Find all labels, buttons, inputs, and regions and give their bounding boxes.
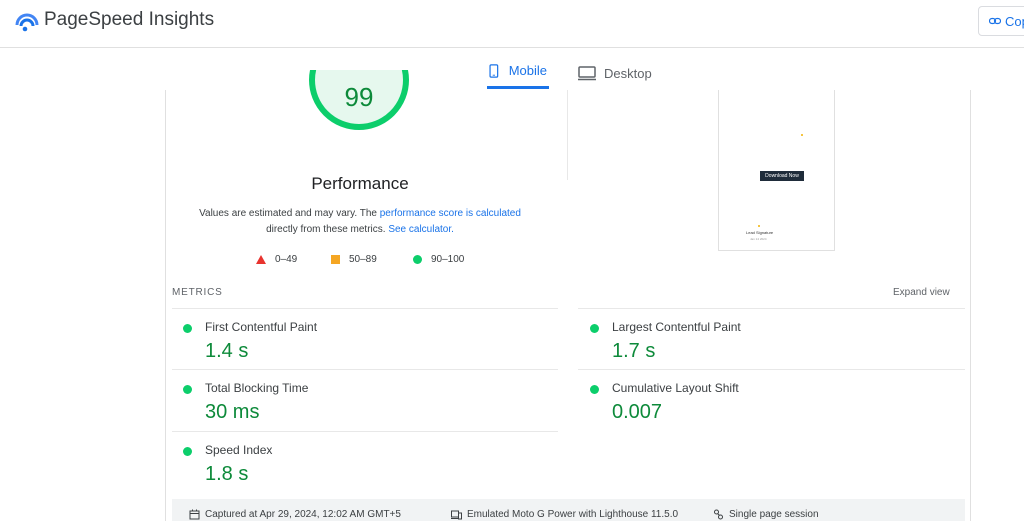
screenshot-subtext: Jan 14 2024	[750, 237, 767, 241]
see-calculator-link[interactable]: See calculator.	[388, 224, 454, 235]
section-divider	[567, 90, 568, 180]
good-status-icon	[590, 324, 599, 333]
tab-mobile[interactable]: Mobile	[487, 57, 549, 89]
screenshot-download-button: Download Now	[760, 171, 804, 181]
estimate-note: Values are estimated and may vary. The p…	[175, 206, 545, 238]
triangle-icon	[256, 255, 266, 264]
divider	[172, 431, 558, 432]
screenshot-dot	[758, 225, 760, 227]
captured-info: Captured at Apr 29, 2024, 12:02 AM GMT+5	[189, 509, 401, 520]
session-icon	[714, 509, 723, 520]
divider	[578, 308, 965, 309]
metric-speed-index: Speed Index 1.8 s	[183, 443, 543, 487]
metric-name: Total Blocking Time	[205, 381, 309, 395]
session-info: Single page session	[713, 509, 819, 520]
top-bar: PageSpeed Insights Cop	[0, 0, 1024, 48]
smartphone-icon	[489, 63, 499, 78]
legend-good: 90–100	[413, 254, 464, 265]
divider	[172, 369, 558, 370]
session-text: Single page session	[729, 509, 819, 520]
performance-title: Performance	[311, 174, 409, 193]
legend-average-label: 50–89	[349, 254, 377, 265]
metric-name: Largest Contentful Paint	[612, 320, 741, 334]
copy-link-button[interactable]: Cop	[978, 6, 1024, 36]
performance-score-link[interactable]: performance score is calculated	[380, 208, 521, 219]
metric-value: 30 ms	[205, 401, 260, 423]
legend-poor: 0–49	[256, 254, 297, 265]
divider	[578, 369, 965, 370]
captured-text: Captured at Apr 29, 2024, 12:02 AM GMT+5	[205, 509, 401, 520]
legend-poor-label: 0–49	[275, 254, 298, 265]
good-status-icon	[183, 447, 192, 456]
metrics-heading: METRICS	[172, 287, 223, 298]
note-prefix: Values are estimated and may vary. The	[199, 208, 380, 219]
divider	[172, 308, 558, 309]
metric-largest-contentful-paint: Largest Contentful Paint 1.7 s	[590, 320, 950, 364]
metric-name: Cumulative Layout Shift	[612, 381, 739, 395]
performance-score: 99	[344, 82, 374, 112]
calendar-icon	[189, 509, 200, 520]
circle-icon	[413, 255, 422, 264]
metric-value: 0.007	[612, 401, 663, 423]
legend-average: 50–89	[331, 254, 377, 265]
copy-link-label: Cop	[1005, 13, 1024, 29]
pagespeed-logo-icon	[15, 13, 39, 32]
metric-cumulative-layout-shift: Cumulative Layout Shift 0.007	[590, 381, 950, 425]
metric-value: 1.8 s	[205, 463, 249, 485]
link-icon	[989, 17, 1001, 25]
tab-mobile-label: Mobile	[508, 63, 547, 78]
tab-desktop[interactable]: Desktop	[578, 57, 652, 89]
metric-name: Speed Index	[205, 443, 273, 457]
run-info-bar: Captured at Apr 29, 2024, 12:02 AM GMT+5…	[172, 499, 965, 521]
good-status-icon	[183, 324, 192, 333]
metric-first-contentful-paint: First Contentful Paint 1.4 s	[183, 320, 543, 364]
tab-desktop-label: Desktop	[604, 65, 652, 81]
devices-icon	[451, 510, 462, 520]
device-info: Emulated Moto G Power with Lighthouse 11…	[451, 509, 678, 520]
metric-value: 1.7 s	[612, 340, 656, 362]
metric-value: 1.4 s	[205, 340, 249, 362]
device-text: Emulated Moto G Power with Lighthouse 11…	[467, 509, 679, 520]
note-middle: directly from these metrics.	[266, 224, 389, 235]
expand-view-toggle[interactable]: Expand view	[893, 287, 950, 298]
app-title: PageSpeed Insights	[44, 9, 215, 30]
legend-good-label: 90–100	[431, 254, 465, 265]
good-status-icon	[183, 385, 192, 394]
desktop-icon	[578, 66, 596, 81]
screenshot-dot	[801, 134, 803, 136]
square-icon	[331, 255, 340, 264]
good-status-icon	[590, 385, 599, 394]
metric-total-blocking-time: Total Blocking Time 30 ms	[183, 381, 543, 425]
metric-name: First Contentful Paint	[205, 320, 318, 334]
screenshot-text: Lead Signature	[746, 230, 774, 235]
